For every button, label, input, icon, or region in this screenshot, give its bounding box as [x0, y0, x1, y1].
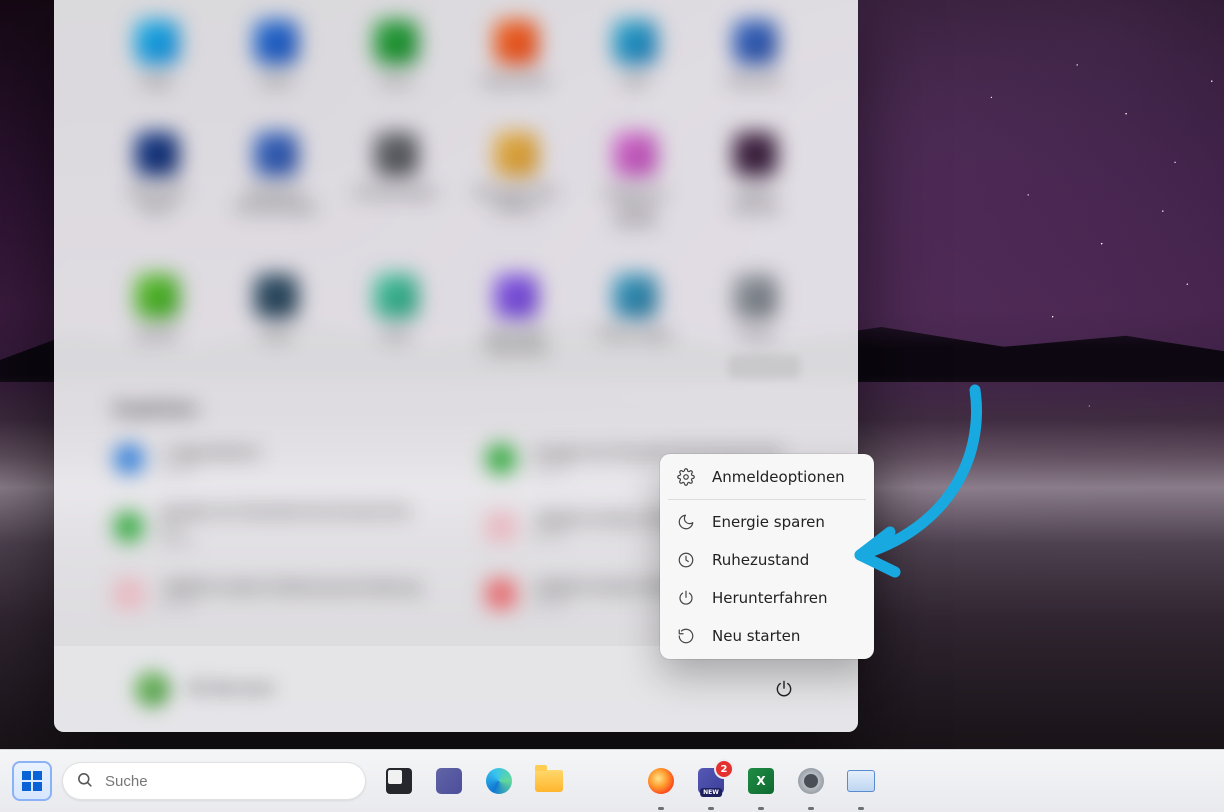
app-tile[interactable]: Microsoft Clipchamp — [473, 274, 559, 357]
control-panel-icon — [847, 770, 875, 792]
power-menu-label: Neu starten — [712, 627, 800, 645]
power-menu-hibernate[interactable]: Ruhezustand — [660, 541, 874, 579]
menu-separator — [668, 499, 866, 500]
settings-icon — [798, 768, 824, 794]
app-tile[interactable]: Word — [234, 20, 320, 88]
taskbar-teams-new[interactable]: 2 — [696, 766, 726, 796]
power-menu-restart[interactable]: Neu starten — [660, 617, 874, 655]
pinned-apps-grid: Edge Word Excel PowerPoint Mail Kalender… — [114, 10, 798, 356]
app-tile[interactable]: Adobe Express — [712, 132, 798, 229]
app-tile[interactable]: Windows-Einstellungen — [234, 132, 320, 229]
app-tile[interactable]: Solitaire & Casual Games — [593, 132, 679, 229]
taskbar-file-explorer[interactable] — [534, 766, 564, 796]
app-tile[interactable]: Microsoft 365 (Office) — [473, 132, 559, 229]
power-menu-label: Ruhezustand — [712, 551, 809, 569]
search-input[interactable] — [103, 772, 352, 791]
clock-icon — [676, 550, 696, 570]
running-indicator — [808, 807, 814, 810]
recommended-heading: Empfohlen — [114, 402, 798, 418]
taskbar-pinned-apps: 2 X — [380, 766, 876, 796]
taskbar-settings[interactable] — [796, 766, 826, 796]
restart-icon — [676, 626, 696, 646]
desktop: Edge Word Excel PowerPoint Mail Kalender… — [0, 0, 1224, 812]
power-icon — [676, 588, 696, 608]
recommended-item[interactable]: Google als Standard-Suchmaschine imJul 3… — [114, 504, 426, 549]
app-tile[interactable]: Xbox — [234, 274, 320, 357]
power-icon — [774, 679, 794, 699]
running-indicator — [758, 807, 764, 810]
taskbar-teams-chat[interactable] — [434, 766, 464, 796]
user-account-button[interactable]: DE Benutzer — [134, 671, 275, 707]
running-indicator — [658, 807, 664, 810]
power-menu-shutdown[interactable]: Herunterfahren — [660, 579, 874, 617]
app-tile[interactable]: Kalender — [712, 20, 798, 88]
app-tile[interactable]: Xbox — [353, 274, 439, 357]
app-tile[interactable]: Einstellungen — [353, 132, 439, 229]
power-menu-energy-save[interactable]: Energie sparen — [660, 503, 874, 541]
app-tile[interactable]: Spotify — [114, 274, 200, 357]
firefox-icon — [648, 768, 674, 794]
taskbar-excel[interactable]: X — [746, 766, 776, 796]
taskbar-firefox[interactable] — [646, 766, 676, 796]
power-menu-label: Energie sparen — [712, 513, 825, 531]
gear-icon — [676, 467, 696, 487]
avatar — [134, 671, 170, 707]
app-tile[interactable]: Excel — [353, 20, 439, 88]
teams-icon — [436, 768, 462, 794]
power-menu: Anmeldeoptionen Energie sparen Ruhezusta… — [660, 454, 874, 659]
excel-icon: X — [748, 768, 774, 794]
running-indicator — [858, 807, 864, 810]
recommended-item[interactable]: 180920 zweite StellenausschreibungJul 30 — [114, 579, 426, 609]
search-icon — [76, 771, 93, 792]
power-menu-label: Anmeldeoptionen — [712, 468, 845, 486]
more-button[interactable] — [728, 355, 800, 379]
notification-badge: 2 — [716, 761, 732, 777]
power-menu-signin-options[interactable]: Anmeldeoptionen — [660, 458, 874, 496]
folder-icon — [535, 770, 563, 792]
app-tile[interactable]: PowerPoint — [473, 20, 559, 88]
app-tile[interactable]: Microsoft Store — [114, 132, 200, 229]
taskbar: 2 X — [0, 749, 1224, 812]
taskbar-search[interactable] — [62, 762, 366, 800]
windows-logo-icon — [22, 771, 42, 791]
power-button[interactable] — [766, 671, 802, 707]
app-tile[interactable]: Edge — [114, 20, 200, 88]
taskview-icon — [386, 768, 412, 794]
taskbar-edge[interactable] — [484, 766, 514, 796]
taskbar-taskview[interactable] — [384, 766, 414, 796]
edge-icon — [486, 768, 512, 794]
moon-icon — [676, 512, 696, 532]
app-tile[interactable]: Mail — [593, 20, 679, 88]
user-name: DE Benutzer — [188, 681, 275, 697]
recommended-item[interactable]: 1 ApprobationJul 30 — [114, 444, 426, 474]
running-indicator — [708, 807, 714, 810]
start-button[interactable] — [14, 763, 50, 799]
app-tile[interactable]: Prime Video — [593, 274, 679, 357]
app-tile[interactable]: TikTok — [712, 274, 798, 357]
taskbar-control-panel[interactable] — [846, 766, 876, 796]
power-menu-label: Herunterfahren — [712, 589, 828, 607]
